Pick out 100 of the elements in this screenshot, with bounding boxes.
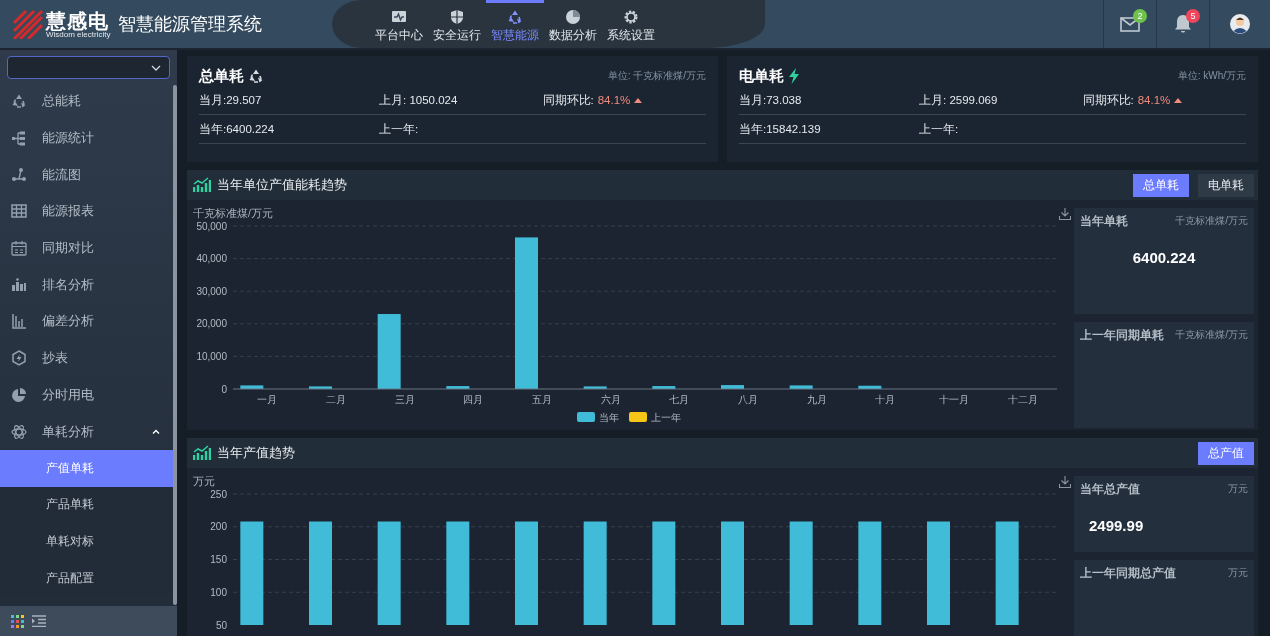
field-label: 同期环比: bbox=[1082, 92, 1134, 108]
pie-chart-icon bbox=[11, 386, 27, 403]
unit-label: 千克标准煤/万元 bbox=[1175, 214, 1248, 228]
sidebar-item[interactable]: 分时用电 bbox=[0, 376, 177, 414]
recycle-icon bbox=[248, 68, 264, 84]
sidebar-item[interactable]: 同期对比 bbox=[0, 229, 177, 267]
sidebar-item[interactable]: 单耗分析 bbox=[0, 413, 177, 450]
sidebar-item[interactable]: 能流图 bbox=[0, 156, 177, 194]
legend-label: 当年 bbox=[599, 412, 619, 423]
nav-tab[interactable]: 安全运行 bbox=[428, 0, 486, 48]
logo-subtitle: Wisdom electricity bbox=[46, 30, 111, 38]
axis-title: 万元 bbox=[193, 475, 215, 489]
nav-tab[interactable]: 系统设置 bbox=[602, 0, 660, 48]
download-icon[interactable] bbox=[1059, 476, 1071, 488]
unit-label: 单位: 千克标准煤/万元 bbox=[607, 69, 706, 83]
stat-title: 当年总产值 bbox=[1080, 482, 1140, 497]
gear-icon bbox=[623, 8, 639, 25]
calendar-icon bbox=[11, 240, 27, 257]
notification-button[interactable]: 5 bbox=[1156, 0, 1209, 48]
flow-icon bbox=[11, 166, 27, 183]
sidebar-item[interactable]: 能源统计 bbox=[0, 119, 177, 157]
axis-tick-label: 0 bbox=[221, 383, 227, 395]
sidebar-subitem[interactable]: 产值单耗 bbox=[0, 449, 173, 487]
axis-tick-label: 50,000 bbox=[196, 222, 227, 232]
axis-tick-label: 100 bbox=[210, 586, 227, 598]
toggle-button[interactable]: 总产值 bbox=[1198, 441, 1254, 465]
trend-chart-icon bbox=[193, 177, 211, 193]
sidebar-subitem[interactable]: 产品单耗 bbox=[0, 486, 173, 524]
count-badge: 5 bbox=[1186, 9, 1200, 23]
app-grid-icon[interactable] bbox=[11, 614, 24, 628]
bar bbox=[446, 386, 470, 389]
axis-tick-label: 七月 bbox=[669, 394, 690, 405]
lightning-icon bbox=[788, 68, 800, 84]
axis-tick-label: 十一月 bbox=[939, 394, 969, 405]
bar bbox=[240, 385, 264, 389]
panel-title: 当年单位产值能耗趋势 bbox=[217, 176, 347, 194]
axis-tick-label: 九月 bbox=[806, 394, 827, 405]
field-value: 上一年: bbox=[919, 121, 959, 137]
sidebar-item[interactable]: 抄表 bbox=[0, 339, 177, 377]
field-value: 上月: 2599.069 bbox=[919, 92, 998, 108]
unit-label: 万元 bbox=[1228, 482, 1248, 496]
axis-tick-label: 四月 bbox=[463, 394, 484, 405]
indent-icon[interactable] bbox=[32, 615, 46, 627]
sidebar-item[interactable]: 偏差分析 bbox=[0, 303, 177, 340]
axis-tick-label: 十二月 bbox=[1007, 394, 1038, 405]
field-value: 当年:6400.224 bbox=[199, 121, 275, 137]
table-icon bbox=[11, 203, 27, 220]
stat-title: 上一年同期总产值 bbox=[1080, 566, 1176, 581]
shield-icon bbox=[449, 8, 465, 25]
axis-title: 千克标准煤/万元 bbox=[193, 207, 273, 221]
download-icon[interactable] bbox=[1059, 208, 1071, 220]
stat-title: 当年单耗 bbox=[1080, 214, 1128, 229]
legend-swatch bbox=[577, 412, 595, 422]
bar bbox=[309, 386, 332, 389]
recycle-icon bbox=[507, 8, 523, 25]
logo-stripes-icon bbox=[12, 9, 44, 39]
bar bbox=[789, 385, 813, 389]
axis-tick-label: 五月 bbox=[532, 394, 552, 405]
field-value: 上一年: bbox=[379, 121, 419, 137]
axis-tick-label: 40,000 bbox=[196, 253, 227, 265]
axis-tick-label: 10,000 bbox=[196, 350, 227, 362]
stat-value: 6400.224 bbox=[1131, 249, 1197, 266]
card-title: 总单耗 bbox=[199, 66, 244, 86]
toggle-button[interactable]: 电单耗 bbox=[1198, 173, 1254, 197]
app-title: 智慧能源管理系统 bbox=[118, 13, 263, 36]
sidebar-item[interactable]: 能源报表 bbox=[0, 193, 177, 230]
toggle-button[interactable]: 总单耗 bbox=[1133, 173, 1189, 197]
stat-title: 上一年同期单耗 bbox=[1080, 328, 1164, 343]
sidebar-item[interactable]: 总能耗 bbox=[0, 83, 177, 120]
unit-label: 万元 bbox=[1228, 566, 1248, 580]
nav-tab[interactable]: 数据分析 bbox=[544, 0, 602, 48]
field-label: 同期环比: bbox=[542, 92, 594, 108]
axis-tick-label: 十月 bbox=[875, 394, 896, 405]
select-field[interactable] bbox=[7, 56, 170, 79]
hierarchy-icon bbox=[11, 130, 27, 147]
percentage-value: 84.1% bbox=[1137, 94, 1171, 106]
chevron-down-icon bbox=[151, 64, 161, 71]
hexagon-bolt-icon bbox=[11, 350, 27, 367]
axis-tick-label: 二月 bbox=[326, 394, 346, 405]
nav-tab[interactable]: 平台中心 bbox=[370, 0, 428, 48]
axis-tick-label: 20,000 bbox=[196, 318, 227, 330]
logo-text: 慧感电 bbox=[46, 10, 110, 31]
field-value: 上月: 1050.024 bbox=[379, 92, 458, 108]
axis-tick-label: 200 bbox=[210, 521, 227, 533]
legend-label: 上一年 bbox=[651, 412, 681, 423]
bar bbox=[583, 386, 607, 389]
bar-chart-icon bbox=[11, 276, 27, 293]
scrollbar[interactable] bbox=[173, 85, 177, 605]
recycle-icon bbox=[11, 93, 27, 110]
field-value: 当年:15842.139 bbox=[739, 121, 821, 137]
trend-chart-icon bbox=[193, 445, 211, 461]
pie-chart-icon bbox=[565, 8, 581, 25]
bar bbox=[652, 386, 676, 389]
count-badge: 2 bbox=[1133, 9, 1147, 23]
sidebar-item[interactable]: 排名分析 bbox=[0, 266, 177, 304]
unit-label: 单位: kWh/万元 bbox=[1177, 69, 1246, 83]
nav-tab[interactable]: 智慧能源 bbox=[486, 0, 544, 48]
legend-swatch bbox=[629, 412, 647, 422]
axis-tick-label: 八月 bbox=[738, 394, 758, 405]
panel-title: 当年产值趋势 bbox=[217, 444, 295, 462]
